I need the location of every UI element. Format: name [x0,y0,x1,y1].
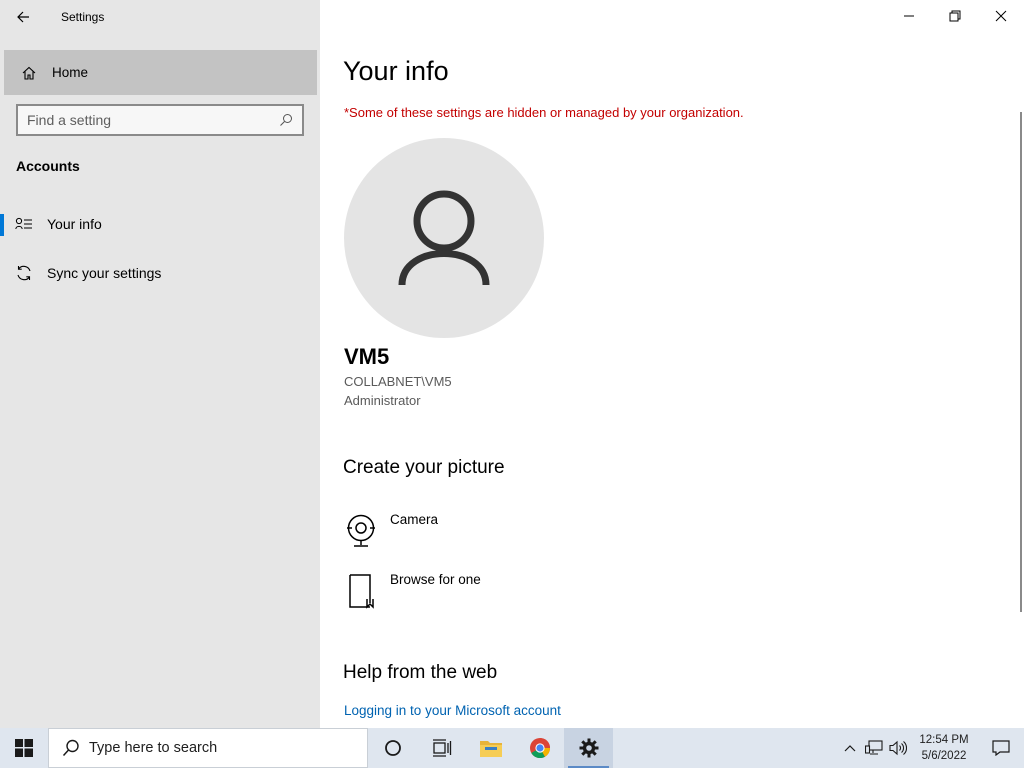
search-icon [61,739,81,757]
task-view-button[interactable] [417,728,466,768]
scrollbar[interactable] [1020,112,1022,612]
folder-icon [479,741,502,757]
taskbar-clock[interactable]: 12:54 PM 5/6/2022 [910,732,978,764]
microsoft-account-help-link[interactable]: Logging in to your Microsoft account [344,703,561,718]
start-button[interactable] [0,728,48,768]
minimize-button[interactable] [886,0,932,32]
network-button[interactable] [862,728,886,768]
chrome-icon [529,738,550,759]
user-name: VM5 [344,344,390,369]
title-bar: Settings [0,0,320,34]
find-setting-search[interactable] [16,104,304,136]
close-icon [995,10,1007,22]
main-content: Your info *Some of these settings are hi… [320,0,1024,728]
close-button[interactable] [978,0,1024,32]
user-silhouette-icon [398,190,490,286]
notification-icon [992,740,1010,756]
your-info-icon [15,215,33,233]
search-input[interactable] [27,112,274,128]
camera-option[interactable]: Camera [344,512,644,556]
settings-taskbar-button[interactable] [564,728,613,768]
minimize-icon [904,15,914,17]
home-label: Home [52,65,89,80]
create-picture-heading: Create your picture [343,457,505,478]
app-title: Settings [61,10,105,24]
file-explorer-button[interactable] [466,728,515,768]
clock-time: 12:54 PM [919,734,969,746]
volume-button[interactable] [886,728,910,768]
organization-warning: *Some of these settings are hidden or ma… [344,105,744,120]
page-title: Your info [343,56,449,86]
accounts-heading: Accounts [16,158,80,174]
browse-icon [344,572,378,610]
sync-icon [15,264,33,282]
browse-option[interactable]: Browse for one [344,572,644,616]
settings-window: Settings Home Accounts [0,0,1024,728]
taskbar: Type here to search 12:54 PM 5/6/2022 [0,728,1024,768]
window-controls [886,0,1024,32]
taskbar-search-placeholder: Type here to search [89,740,218,756]
sidebar-item-your-info[interactable]: Your info [0,202,320,246]
sidebar-item-sync-settings[interactable]: Sync your settings [0,251,320,295]
restore-button[interactable] [932,0,978,32]
chrome-button[interactable] [515,728,564,768]
system-tray: 12:54 PM 5/6/2022 [838,728,1024,768]
home-button[interactable]: Home [4,50,317,95]
taskbar-search-box[interactable]: Type here to search [48,728,368,768]
sidebar-item-label: Sync your settings [47,265,162,281]
camera-icon [344,512,378,550]
chevron-up-icon [844,745,856,752]
restore-icon [949,10,961,22]
user-role: Administrator [344,393,421,408]
home-icon [20,64,38,82]
sidebar: Settings Home Accounts [0,0,320,728]
action-center-button[interactable] [978,728,1024,768]
browse-label: Browse for one [390,572,481,587]
back-arrow-icon [17,11,29,23]
task-view-icon [432,739,451,757]
help-heading: Help from the web [343,662,498,683]
clock-date: 5/6/2022 [921,750,967,762]
avatar [344,138,544,338]
selected-indicator [0,214,4,236]
back-button[interactable] [0,0,46,34]
windows-logo-icon [15,739,33,757]
gear-icon [579,738,598,758]
user-domain: COLLABNET\VM5 [344,374,452,389]
sidebar-item-label: Your info [47,216,102,232]
camera-label: Camera [390,512,439,527]
show-hidden-icons-button[interactable] [838,728,862,768]
cortana-button[interactable] [368,728,417,768]
search-icon[interactable] [274,113,298,127]
volume-icon [889,740,907,756]
network-icon [865,740,883,755]
cortana-icon [384,740,401,756]
